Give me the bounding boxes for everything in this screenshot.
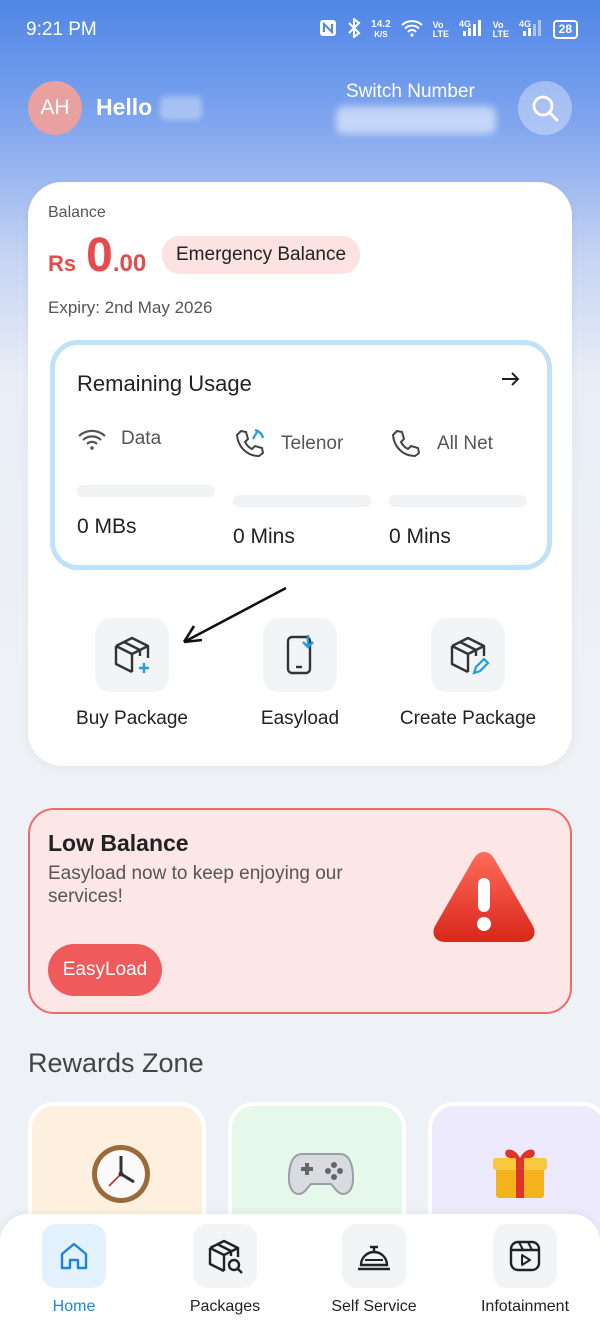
- net-speed: 14.2 K/S: [371, 18, 391, 40]
- signal-1-icon: 4G: [459, 19, 483, 40]
- net-speed-value: 14.2: [371, 18, 391, 30]
- balance-decimal: .00: [112, 250, 147, 277]
- bluetooth-icon: [347, 16, 361, 41]
- bottom-navigation: Home Packages Self Service Infotainment: [0, 1214, 600, 1333]
- usage-data-label: Data: [121, 428, 162, 449]
- gift-icon: [493, 1149, 547, 1198]
- signal-2-icon: 4G: [519, 19, 543, 40]
- usage-allnet-bar: [389, 495, 527, 507]
- usage-title: Remaining Usage: [77, 371, 252, 396]
- balance-currency: Rs: [48, 251, 77, 276]
- net-speed-unit: K/S: [374, 29, 388, 39]
- greeting: Hello: [96, 94, 153, 120]
- nav-home[interactable]: Home: [14, 1224, 134, 1316]
- service-bell-icon: [358, 1245, 390, 1271]
- emergency-balance-button[interactable]: Emergency Balance: [162, 236, 361, 274]
- balance-card: Balance Rs 0 .00 Emergency Balance Expir…: [28, 182, 572, 766]
- telenor-call-icon: [235, 428, 265, 458]
- volte-1: Vo LTE: [432, 19, 449, 39]
- status-bar: 9:21 PM 14.2 K/S Vo LTE 4G Vo LTE 4G 28: [0, 0, 600, 60]
- nav-self-service-label: Self Service: [331, 1298, 417, 1315]
- usage-telenor: Telenor 0 Mins: [233, 427, 383, 549]
- package-edit-icon: [450, 636, 490, 675]
- usage-data-bar: [77, 485, 215, 497]
- warning-icon: [433, 852, 535, 942]
- search-icon: [532, 95, 559, 122]
- usage-data-value: 0 MBs: [77, 515, 137, 538]
- usage-telenor-label: Telenor: [281, 433, 344, 454]
- easyload-label: Easyload: [260, 708, 340, 729]
- phone-icon: [391, 429, 421, 458]
- arrow-right-icon[interactable]: [501, 367, 521, 393]
- svg-text:4G: 4G: [459, 19, 471, 29]
- battery-indicator: 28: [552, 20, 578, 39]
- volte-2: Vo LTE: [492, 19, 509, 39]
- nav-self-service[interactable]: Self Service: [314, 1224, 434, 1316]
- balance-label: Balance: [48, 204, 106, 221]
- status-time: 9:21 PM: [26, 19, 97, 40]
- create-package-label: Create Package: [399, 708, 537, 729]
- easyload-cta-button[interactable]: EasyLoad: [48, 944, 162, 996]
- wifi-icon: [78, 429, 106, 450]
- video-reel-icon: [509, 1240, 541, 1272]
- usage-allnet: All Net 0 Mins: [389, 427, 539, 549]
- remaining-usage-card[interactable]: Remaining Usage Data 0 MBs Telenor 0 Min…: [50, 340, 552, 570]
- package-search-icon: [208, 1239, 243, 1274]
- avatar[interactable]: AH: [28, 81, 82, 135]
- package-add-icon: [114, 636, 150, 674]
- balance-amount: Rs 0 .00: [48, 228, 146, 283]
- nav-infotainment-label: Infotainment: [480, 1298, 570, 1315]
- search-button[interactable]: [518, 81, 572, 135]
- wifi-icon: [400, 19, 423, 40]
- nav-packages-label: Packages: [189, 1298, 261, 1315]
- usage-allnet-label: All Net: [437, 433, 493, 454]
- nfc-icon: [319, 19, 337, 40]
- low-balance-banner: Low Balance Easyload now to keep enjoyin…: [28, 808, 572, 1014]
- buy-package-label: Buy Package: [76, 708, 188, 729]
- phone-number-redacted: [336, 106, 496, 134]
- low-balance-text: Easyload now to keep enjoying our servic…: [48, 863, 343, 907]
- annotation-arrow: [182, 586, 287, 644]
- gamepad-icon: [288, 1153, 354, 1196]
- status-icons: 14.2 K/S Vo LTE 4G Vo LTE 4G 28: [319, 16, 578, 41]
- rewards-zone-title: Rewards Zone: [28, 1048, 204, 1078]
- usage-data: Data 0 MBs: [77, 427, 227, 539]
- home-icon: [60, 1242, 88, 1270]
- create-package-button[interactable]: Create Package: [383, 618, 553, 730]
- nav-infotainment[interactable]: Infotainment: [465, 1224, 585, 1316]
- user-name-redacted: [160, 96, 202, 120]
- nav-home-label: Home: [52, 1298, 96, 1315]
- usage-telenor-value: 0 Mins: [233, 525, 295, 548]
- nav-packages[interactable]: Packages: [165, 1224, 285, 1316]
- clock-icon: [92, 1145, 150, 1203]
- balance-expiry: Expiry: 2nd May 2026: [48, 298, 213, 317]
- svg-text:4G: 4G: [519, 19, 531, 29]
- low-balance-title: Low Balance: [48, 830, 189, 856]
- usage-allnet-value: 0 Mins: [389, 525, 451, 548]
- balance-whole: 0: [86, 229, 113, 282]
- switch-number-button[interactable]: Switch Number: [346, 81, 475, 103]
- usage-telenor-bar: [233, 495, 371, 507]
